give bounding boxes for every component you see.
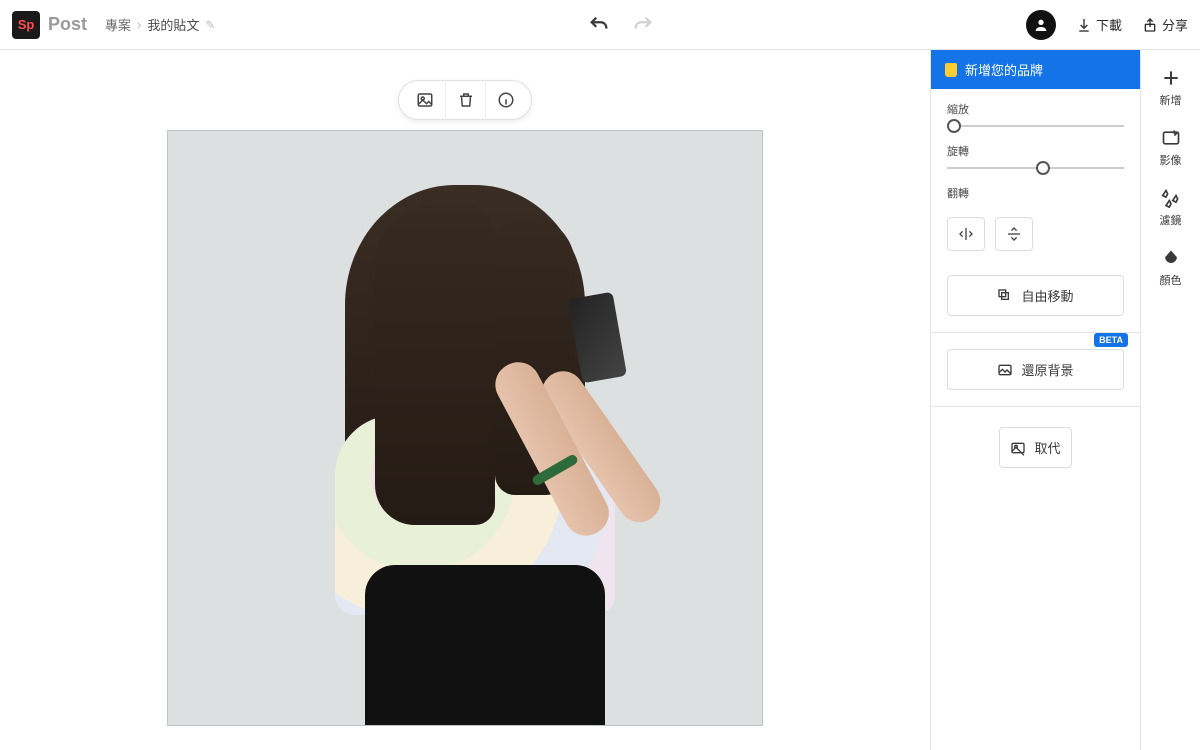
restore-bg-wrap: BETA 還原背景 bbox=[931, 339, 1140, 400]
free-move-button[interactable]: 自由移動 bbox=[947, 275, 1124, 316]
free-move-label: 自由移動 bbox=[1021, 286, 1073, 305]
breadcrumb: 專案 › 我的貼文 ✎ bbox=[105, 15, 215, 34]
subject-image[interactable] bbox=[275, 165, 655, 725]
top-bar: Sp Post 專案 › 我的貼文 ✎ 下載 分享 bbox=[0, 0, 1200, 50]
zoom-slider-thumb[interactable] bbox=[947, 119, 961, 133]
download-label: 下載 bbox=[1096, 15, 1122, 34]
rotate-label: 旋轉 bbox=[947, 143, 1124, 159]
brand-banner-label: 新增您的品牌 bbox=[965, 60, 1043, 79]
avatar[interactable] bbox=[1026, 10, 1056, 40]
zoom-control: 縮放 bbox=[931, 89, 1140, 131]
download-button[interactable]: 下載 bbox=[1076, 15, 1122, 34]
rail-add[interactable]: 新增 bbox=[1160, 68, 1182, 108]
image-icon[interactable] bbox=[405, 80, 445, 120]
flip-control: 翻轉 bbox=[931, 173, 1140, 217]
restore-bg-label: 還原背景 bbox=[1021, 360, 1073, 379]
canvas-frame[interactable] bbox=[167, 130, 763, 726]
canvas-area bbox=[0, 50, 930, 750]
rotate-control: 旋轉 bbox=[931, 131, 1140, 173]
flip-vertical-button[interactable] bbox=[995, 217, 1033, 251]
floating-toolbar bbox=[398, 80, 532, 120]
divider bbox=[931, 406, 1140, 407]
share-label: 分享 bbox=[1162, 15, 1188, 34]
zoom-slider[interactable] bbox=[947, 125, 1124, 127]
rail-color-label: 顏色 bbox=[1160, 272, 1182, 288]
info-icon[interactable] bbox=[485, 80, 525, 120]
shield-icon bbox=[945, 63, 957, 77]
pencil-icon[interactable]: ✎ bbox=[205, 18, 215, 32]
rail-add-label: 新增 bbox=[1160, 92, 1182, 108]
topbar-actions: 下載 分享 bbox=[1026, 10, 1188, 40]
beta-badge: BETA bbox=[1094, 333, 1128, 347]
app-logo: Sp bbox=[12, 11, 40, 39]
zoom-label: 縮放 bbox=[947, 101, 1124, 117]
history-controls bbox=[215, 13, 1026, 37]
restore-background-button[interactable]: 還原背景 bbox=[947, 349, 1124, 390]
app-name: Post bbox=[48, 14, 87, 35]
redo-button[interactable] bbox=[631, 13, 655, 37]
trash-icon[interactable] bbox=[445, 80, 485, 120]
rail-image-label: 影像 bbox=[1160, 152, 1182, 168]
properties-panel: 新增您的品牌 縮放 旋轉 翻轉 自由移動 bbox=[930, 50, 1140, 750]
breadcrumb-root[interactable]: 專案 bbox=[105, 15, 131, 34]
rail-image[interactable]: 影像 bbox=[1160, 128, 1182, 168]
flip-label: 翻轉 bbox=[947, 185, 1124, 201]
undo-button[interactable] bbox=[587, 13, 611, 37]
share-button[interactable]: 分享 bbox=[1142, 15, 1188, 34]
brand-banner[interactable]: 新增您的品牌 bbox=[931, 50, 1140, 89]
rail-filter[interactable]: 濾鏡 bbox=[1160, 188, 1182, 228]
right-rail: 新增 影像 濾鏡 顏色 bbox=[1140, 50, 1200, 750]
replace-label: 取代 bbox=[1034, 438, 1060, 457]
flip-buttons bbox=[931, 217, 1140, 265]
rail-color[interactable]: 顏色 bbox=[1160, 248, 1182, 288]
chevron-right-icon: › bbox=[137, 17, 141, 32]
rotate-slider-thumb[interactable] bbox=[1036, 161, 1050, 175]
replace-button[interactable]: 取代 bbox=[999, 427, 1071, 468]
flip-horizontal-button[interactable] bbox=[947, 217, 985, 251]
rail-filter-label: 濾鏡 bbox=[1160, 212, 1182, 228]
main-area: 新增您的品牌 縮放 旋轉 翻轉 自由移動 bbox=[0, 50, 1200, 750]
rotate-slider[interactable] bbox=[947, 167, 1124, 169]
breadcrumb-current[interactable]: 我的貼文 bbox=[147, 15, 199, 34]
